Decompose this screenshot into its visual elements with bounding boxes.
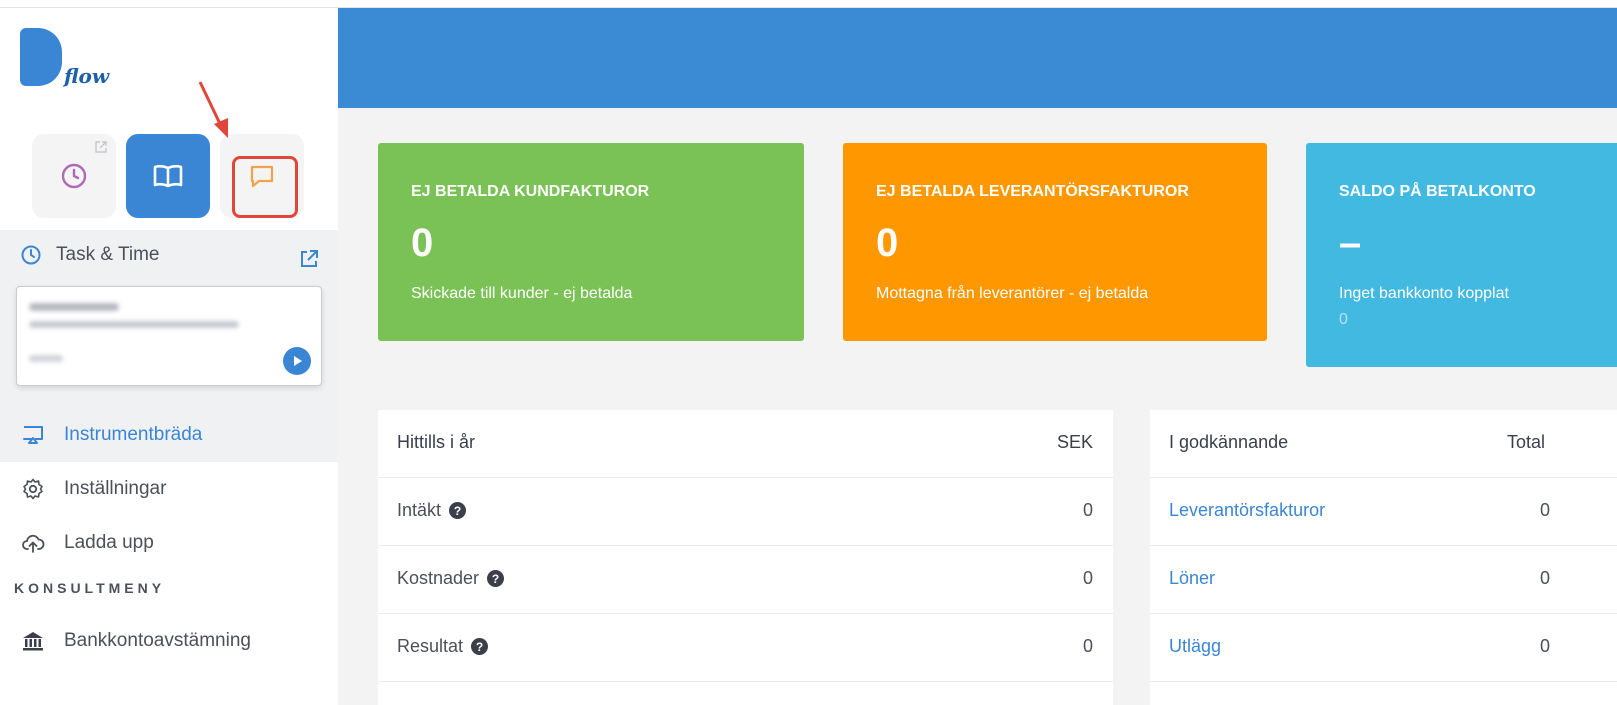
help-icon[interactable]: ? — [449, 502, 467, 519]
row-link-utlagg[interactable]: Utlägg — [1169, 636, 1221, 657]
stat-title: EJ BETALDA LEVERANTÖRSFAKTUROR — [876, 183, 1189, 200]
table-header-unit: SEK — [1056, 432, 1093, 452]
table-header-label: Hittills i år — [397, 432, 476, 452]
stat-title: SALDO PÅ BETALKONTO — [1339, 183, 1536, 200]
app-logo[interactable]: flow — [20, 28, 130, 98]
row-value: 0 — [1082, 636, 1093, 656]
task-time-header[interactable]: Task & Time — [20, 244, 159, 266]
row-value: 0 — [1082, 500, 1093, 520]
highlight-annotation — [232, 156, 298, 218]
sidebar-item-label: Bankkontoavstämning — [64, 630, 251, 651]
ytd-table: Hittills i år SEK Intäkt? 0 Kostnader? 0… — [378, 410, 1113, 705]
gear-icon — [23, 478, 43, 500]
accounting-button[interactable] — [126, 134, 210, 218]
table-row: Utlägg 0 — [1150, 614, 1617, 682]
row-link-loner[interactable]: Löner — [1169, 568, 1215, 589]
blurred-text — [29, 355, 63, 362]
help-icon[interactable]: ? — [471, 638, 489, 655]
row-link-leverantorsfakturor[interactable]: Leverantörsfakturor — [1169, 500, 1325, 521]
main-content: EJ BETALDA KUNDFAKTUROR 0 Skickade till … — [338, 8, 1617, 705]
row-label: Kostnader — [397, 568, 480, 588]
stat-value: 0 — [876, 221, 899, 265]
section-label: KONSULTMENY — [14, 580, 166, 596]
sidebar-item-installningar[interactable]: Inställningar — [0, 462, 338, 516]
approval-table: I godkännande Total Leverantörsfakturor … — [1150, 410, 1617, 705]
play-button[interactable] — [283, 347, 311, 375]
stat-card-payment-account-balance[interactable]: SALDO PÅ BETALKONTO – Inget bankkonto ko… — [1306, 143, 1617, 367]
logo-text: flow — [64, 64, 110, 88]
task-time-panel: Task & Time — [0, 230, 338, 410]
stat-title: EJ BETALDA KUNDFAKTUROR — [411, 183, 650, 200]
table-header-total: Total — [1507, 432, 1546, 452]
row-label: Intäkt — [397, 500, 442, 520]
stat-card-unpaid-customer-invoices[interactable]: EJ BETALDA KUNDFAKTUROR 0 Skickade till … — [378, 143, 804, 341]
bank-icon — [23, 632, 43, 651]
cloud-upload-icon — [22, 534, 45, 553]
logo-glyph — [20, 28, 62, 86]
header-banner — [338, 8, 1617, 108]
stat-extra: 0 — [1339, 311, 1348, 328]
sidebar-item-bankkontoavstamning[interactable]: Bankkontoavstämning — [0, 614, 338, 668]
table-row: Löner 0 — [1150, 546, 1617, 614]
sidebar: flow Task & Time Instrumentbräda Inställ… — [0, 8, 338, 705]
clock-icon — [21, 245, 41, 265]
stat-value: – — [1339, 221, 1362, 265]
table-header-label: I godkännande — [1169, 432, 1289, 452]
blurred-text — [29, 321, 239, 328]
row-value: 0 — [1540, 568, 1551, 588]
stat-subtitle: Inget bankkonto kopplat — [1339, 285, 1509, 302]
time-tracker-button[interactable] — [32, 134, 116, 218]
book-icon — [153, 164, 183, 188]
task-time-title: Task & Time — [56, 244, 160, 265]
stat-card-unpaid-supplier-invoices[interactable]: EJ BETALDA LEVERANTÖRSFAKTUROR 0 Mottagn… — [843, 143, 1267, 341]
row-value: 0 — [1540, 636, 1551, 656]
top-border — [0, 0, 1617, 8]
sidebar-item-instrumentbrada[interactable]: Instrumentbräda — [0, 408, 338, 462]
clock-icon — [61, 163, 87, 189]
external-link-icon — [95, 141, 107, 153]
row-value: 0 — [1540, 500, 1551, 520]
table-row: Resultat? 0 — [378, 614, 1113, 682]
sidebar-item-label: Ladda upp — [64, 532, 154, 553]
table-row: Intäkt? 0 — [378, 478, 1113, 546]
dashboard-icon — [23, 426, 43, 444]
quick-buttons — [32, 126, 312, 218]
help-icon[interactable]: ? — [487, 570, 505, 587]
table-header: I godkännande Total — [1150, 410, 1617, 478]
table-row: Kostnader? 0 — [378, 546, 1113, 614]
sidebar-item-label: Instrumentbräda — [64, 424, 203, 445]
blurred-text — [29, 303, 119, 311]
table-row: Leverantörsfakturor 0 — [1150, 478, 1617, 546]
sidebar-item-label: Inställningar — [64, 478, 167, 499]
stat-value: 0 — [411, 221, 434, 265]
row-value: 0 — [1082, 568, 1093, 588]
play-icon — [294, 356, 302, 366]
stat-subtitle: Mottagna från leverantörer - ej betalda — [876, 285, 1149, 302]
stat-subtitle: Skickade till kunder - ej betalda — [411, 285, 633, 302]
sidebar-item-ladda-upp[interactable]: Ladda upp — [0, 516, 338, 570]
table-header: Hittills i år SEK — [378, 410, 1113, 478]
task-card[interactable] — [16, 286, 322, 386]
external-link-icon[interactable] — [298, 248, 320, 270]
annotation-arrow-icon — [198, 81, 228, 138]
row-label: Resultat — [397, 636, 464, 656]
